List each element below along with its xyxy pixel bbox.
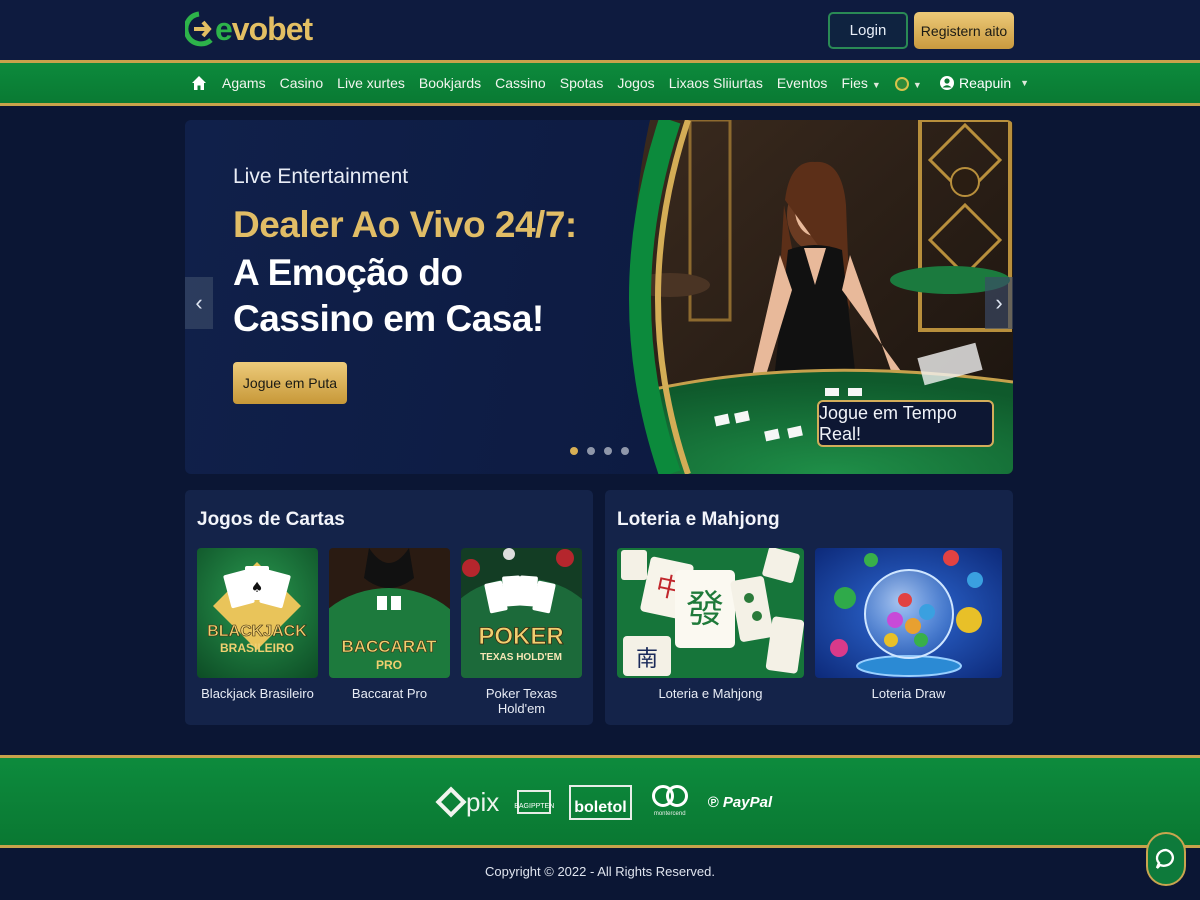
card-games-section: Jogos de Cartas ♠ BLACKJACK BRASILEIRO B… — [185, 490, 593, 725]
section-title: Jogos de Cartas — [197, 509, 345, 530]
chevron-down-icon: ▼ — [871, 80, 881, 90]
nav-item-agams[interactable]: Agams — [222, 75, 266, 91]
chat-bubble-icon — [1155, 848, 1175, 869]
logo-text: evobet — [215, 10, 313, 47]
chevron-down-icon: ▼ — [912, 79, 922, 90]
nav-item-cassino[interactable]: Cassino — [495, 75, 546, 91]
logo-mark-icon — [185, 11, 213, 47]
nav-items: Agams Casino Live xurtes Bookjards Cassi… — [190, 63, 922, 103]
poker-tile[interactable]: POKER TEXAS HOLD'EM — [461, 548, 582, 678]
chevron-left-icon: ‹ — [195, 290, 203, 315]
top-header: evobet Login Registern aito — [0, 0, 1200, 60]
nav-item-spotas[interactable]: Spotas — [560, 75, 604, 91]
pix-label: pix — [466, 786, 500, 817]
mastercard-logo: montercend — [650, 785, 690, 819]
user-icon — [940, 76, 954, 90]
carousel-dot[interactable] — [570, 447, 578, 455]
hero-carousel: Live Entertainment Dealer Ao Vivo 24/7: … — [185, 120, 1013, 474]
flag-icon — [894, 77, 909, 92]
pix-icon — [435, 786, 467, 818]
blackjack-art-title: BLACKJACK — [207, 623, 307, 640]
bank-logo: BAGIPPTEN — [514, 790, 554, 814]
mahjong-image: 中 發 南 — [617, 548, 804, 678]
hero-cta-button[interactable]: Jogue em Puta — [233, 362, 347, 404]
tile-label: Blackjack Brasileiro — [201, 686, 314, 701]
hero-eyebrow: Live Entertainment — [233, 165, 409, 188]
carousel-dots — [570, 447, 629, 455]
hero-title-white: A Emoção do Cassino em Casa! — [233, 252, 544, 339]
paypal-icon: ℗ — [707, 793, 719, 811]
boleto-logo: boletol — [569, 784, 632, 820]
baccarat-art-title: BACCARAT — [341, 637, 437, 656]
carousel-prev-button[interactable]: ‹ — [185, 277, 213, 329]
svg-text:發: 發 — [686, 587, 724, 631]
tile-label: Loteria e Mahjong — [658, 686, 763, 701]
nav-item-casino[interactable]: Casino — [280, 75, 324, 91]
nav-item-bookjards[interactable]: Bookjards — [419, 75, 481, 91]
section-title: Loteria e Mahjong — [617, 509, 780, 530]
user-menu[interactable]: Reapuin ▼ — [940, 63, 1029, 103]
baccarat-tile[interactable]: BACCARAT PRO — [329, 548, 450, 678]
user-menu-label: Reapuin — [959, 75, 1012, 91]
lottery-draw-tile[interactable] — [815, 548, 1002, 678]
lottery-mahjong-section: Loteria e Mahjong 中 發 南 Loteria e Mahjon… — [605, 490, 1013, 725]
poker-art-title: POKER — [478, 623, 563, 650]
tile-label: Poker Texas Hold'em — [485, 686, 558, 716]
nav-item-jogos[interactable]: Jogos — [617, 75, 654, 91]
login-button[interactable]: Login — [828, 12, 908, 49]
payment-methods-band: pix BAGIPPTEN boletol montercend ℗ PayPa… — [0, 755, 1200, 848]
blackjack-art-subtitle: BRASILEIRO — [220, 641, 294, 655]
live-chat-button[interactable] — [1146, 832, 1186, 886]
poker-art-subtitle: TEXAS HOLD'EM — [480, 652, 562, 663]
main-nav: Agams Casino Live xurtes Bookjards Cassi… — [0, 60, 1200, 106]
home-icon[interactable] — [190, 74, 208, 92]
nav-item-eventos[interactable]: Eventos — [777, 75, 828, 91]
carousel-next-button[interactable]: › — [985, 277, 1013, 329]
evobet-logo[interactable]: evobet — [185, 10, 313, 48]
svg-text:南: 南 — [636, 647, 658, 672]
nav-item-lixaos[interactable]: Lixaos Sliiurtas — [669, 75, 763, 91]
register-button[interactable]: Registern aito — [914, 12, 1014, 49]
chevron-right-icon: › — [995, 290, 1003, 315]
nav-item-fies[interactable]: Fies ▼ — [841, 75, 880, 91]
baccarat-art-subtitle: PRO — [376, 658, 402, 672]
hero-title-gold: Dealer Ao Vivo 24/7: — [233, 204, 577, 245]
mahjong-tile[interactable]: 中 發 南 — [617, 548, 804, 678]
svg-text:♠: ♠ — [251, 580, 264, 596]
tile-label: Baccarat Pro — [351, 686, 428, 701]
paypal-logo: ℗ PayPal — [707, 793, 773, 811]
language-selector[interactable]: ▼ — [894, 75, 922, 92]
copyright-text: Copyright © 2022 - All Rights Reserved. — [485, 864, 715, 879]
carousel-dot[interactable] — [587, 447, 595, 455]
carousel-dot[interactable] — [621, 447, 629, 455]
nav-item-live[interactable]: Live xurtes — [337, 75, 405, 91]
blackjack-tile[interactable]: ♠ BLACKJACK BRASILEIRO — [197, 548, 318, 678]
play-live-badge[interactable]: Jogue em Tempo Real! — [817, 400, 994, 447]
payment-logos: pix BAGIPPTEN boletol montercend ℗ PayPa… — [435, 782, 773, 822]
chevron-down-icon: ▼ — [1020, 78, 1030, 88]
lottery-balls-image — [815, 548, 1002, 678]
carousel-dot[interactable] — [604, 447, 612, 455]
pix-logo: pix — [435, 786, 500, 818]
tile-label: Loteria Draw — [871, 686, 946, 701]
mastercard-sub-label: montercend — [653, 811, 686, 817]
